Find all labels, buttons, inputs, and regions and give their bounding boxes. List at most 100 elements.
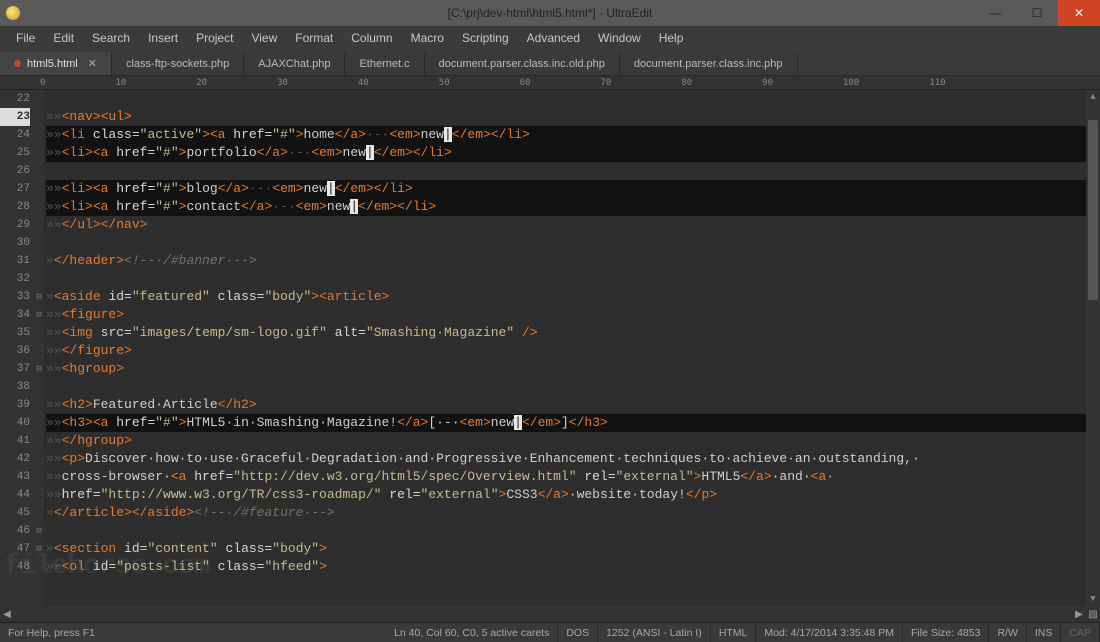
line-number[interactable]: 36 bbox=[0, 342, 30, 360]
vertical-scrollbar[interactable]: ▲ ▼ bbox=[1086, 90, 1100, 606]
fold-marker-icon[interactable] bbox=[34, 486, 44, 504]
line-number[interactable]: 31 bbox=[0, 252, 30, 270]
code-line[interactable]: »»</hgroup> bbox=[46, 432, 1100, 450]
minimize-button[interactable]: — bbox=[974, 0, 1016, 26]
horizontal-scrollbar[interactable]: ◀ ▶ ▨ bbox=[0, 606, 1100, 622]
code-line[interactable] bbox=[46, 378, 1100, 396]
fold-marker-icon[interactable] bbox=[34, 270, 44, 288]
line-number[interactable]: 26 bbox=[0, 162, 30, 180]
menu-advanced[interactable]: Advanced bbox=[519, 28, 588, 48]
fold-marker-icon[interactable] bbox=[34, 162, 44, 180]
code-line[interactable]: »»<figure> bbox=[46, 306, 1100, 324]
tab-ethernet-c[interactable]: Ethernet.c bbox=[345, 53, 424, 75]
tab-document-parser-class-inc-php[interactable]: document.parser.class.inc.php bbox=[620, 53, 798, 75]
fold-marker-icon[interactable]: ⊟ bbox=[34, 306, 44, 324]
fold-marker-icon[interactable] bbox=[34, 324, 44, 342]
fold-marker-icon[interactable] bbox=[34, 234, 44, 252]
tab-document-parser-class-inc-old-php[interactable]: document.parser.class.inc.old.php bbox=[425, 53, 620, 75]
tab-close-icon[interactable]: ✕ bbox=[88, 57, 97, 70]
line-number[interactable]: 33 bbox=[0, 288, 30, 306]
maximize-button[interactable]: ☐ bbox=[1016, 0, 1058, 26]
line-number[interactable]: 24 bbox=[0, 126, 30, 144]
line-number[interactable]: 43 bbox=[0, 468, 30, 486]
menu-format[interactable]: Format bbox=[287, 28, 341, 48]
menu-project[interactable]: Project bbox=[188, 28, 241, 48]
fold-marker-icon[interactable] bbox=[34, 126, 44, 144]
tab-class-ftp-sockets-php[interactable]: class-ftp-sockets.php bbox=[112, 53, 244, 75]
menu-insert[interactable]: Insert bbox=[140, 28, 186, 48]
code-line[interactable]: »»<li><a href="#">portfolio</a>·-·<em>ne… bbox=[46, 144, 1100, 162]
code-line[interactable]: »</article></aside><!--·/#feature·--> bbox=[46, 504, 1100, 522]
line-number[interactable]: 44 bbox=[0, 486, 30, 504]
fold-marker-icon[interactable] bbox=[34, 342, 44, 360]
fold-marker-icon[interactable] bbox=[34, 90, 44, 108]
code-line[interactable]: »»<ol id="posts-list" class="hfeed"> bbox=[46, 558, 1100, 576]
menu-column[interactable]: Column bbox=[343, 28, 400, 48]
line-number[interactable]: 22 bbox=[0, 90, 30, 108]
fold-marker-icon[interactable] bbox=[34, 180, 44, 198]
code-line[interactable] bbox=[46, 234, 1100, 252]
code-line[interactable]: »»<li class="active"><a href="#">home</a… bbox=[46, 126, 1100, 144]
scroll-thumb[interactable] bbox=[1088, 120, 1098, 300]
fold-marker-icon[interactable]: ⊟ bbox=[34, 522, 44, 540]
code-line[interactable]: »<aside id="featured" class="body"><arti… bbox=[46, 288, 1100, 306]
menu-help[interactable]: Help bbox=[651, 28, 692, 48]
code-line[interactable]: »»<hgroup> bbox=[46, 360, 1100, 378]
fold-marker-icon[interactable] bbox=[34, 144, 44, 162]
line-number-gutter[interactable]: 2223242526272829303132333435363738394041… bbox=[0, 90, 34, 606]
fold-marker-icon[interactable]: ⊟ bbox=[34, 288, 44, 306]
code-line[interactable]: »<section id="content" class="body"> bbox=[46, 540, 1100, 558]
line-number[interactable]: 48 bbox=[0, 558, 30, 576]
menu-macro[interactable]: Macro bbox=[403, 28, 452, 48]
code-line[interactable]: »»<li><a href="#">blog</a>·-·<em>new|</e… bbox=[46, 180, 1100, 198]
tab-ajaxchat-php[interactable]: AJAXChat.php bbox=[244, 53, 345, 75]
code-line[interactable]: »»cross-browser·<a href="http://dev.w3.o… bbox=[46, 468, 1100, 486]
code-line[interactable]: »»<h2>Featured·Article</h2> bbox=[46, 396, 1100, 414]
fold-marker-icon[interactable] bbox=[34, 450, 44, 468]
line-number[interactable]: 41 bbox=[0, 432, 30, 450]
menu-edit[interactable]: Edit bbox=[45, 28, 82, 48]
fold-marker-icon[interactable]: ⊟ bbox=[34, 360, 44, 378]
close-button[interactable]: ✕ bbox=[1058, 0, 1100, 26]
menu-window[interactable]: Window bbox=[590, 28, 649, 48]
scroll-down-icon[interactable]: ▼ bbox=[1086, 592, 1100, 606]
line-number[interactable]: 34 bbox=[0, 306, 30, 324]
status-insert[interactable]: INS bbox=[1027, 623, 1062, 642]
status-encoding[interactable]: 1252 (ANSI - Latin I) bbox=[598, 623, 711, 642]
line-number[interactable]: 35 bbox=[0, 324, 30, 342]
menu-view[interactable]: View bbox=[243, 28, 285, 48]
fold-marker-icon[interactable]: ⊟ bbox=[34, 540, 44, 558]
scroll-right-icon[interactable]: ▶ bbox=[1072, 609, 1086, 620]
menu-scripting[interactable]: Scripting bbox=[454, 28, 517, 48]
line-number[interactable]: 32 bbox=[0, 270, 30, 288]
line-number[interactable]: 45 bbox=[0, 504, 30, 522]
tab-html5-html[interactable]: html5.html✕ bbox=[0, 52, 112, 75]
code-line[interactable]: »»<nav><ul> bbox=[46, 108, 1100, 126]
fold-marker-icon[interactable] bbox=[34, 378, 44, 396]
fold-marker-icon[interactable] bbox=[34, 198, 44, 216]
line-number[interactable]: 28 bbox=[0, 198, 30, 216]
fold-marker-icon[interactable] bbox=[34, 504, 44, 522]
fold-marker-icon[interactable] bbox=[34, 252, 44, 270]
line-number[interactable]: 38 bbox=[0, 378, 30, 396]
fold-marker-icon[interactable] bbox=[34, 432, 44, 450]
code-line[interactable]: »»<li><a href="#">contact</a>·-·<em>new|… bbox=[46, 198, 1100, 216]
code-line[interactable] bbox=[46, 270, 1100, 288]
line-number[interactable]: 37 bbox=[0, 360, 30, 378]
code-line[interactable]: »»</ul></nav> bbox=[46, 216, 1100, 234]
line-number[interactable]: 29 bbox=[0, 216, 30, 234]
fold-marker-icon[interactable] bbox=[34, 468, 44, 486]
code-line[interactable] bbox=[46, 162, 1100, 180]
line-number[interactable]: 40 bbox=[0, 414, 30, 432]
split-handle-icon[interactable]: ▨ bbox=[1086, 609, 1100, 620]
line-number[interactable]: 25 bbox=[0, 144, 30, 162]
code-line[interactable]: »»<img src="images/temp/sm-logo.gif" alt… bbox=[46, 324, 1100, 342]
fold-gutter[interactable]: ⊟⊟⊟⊟⊟ bbox=[34, 90, 44, 606]
code-view[interactable]: »»<nav><ul>»»<li class="active"><a href=… bbox=[44, 90, 1100, 606]
line-number[interactable]: 23 bbox=[0, 108, 30, 126]
line-number[interactable]: 47 bbox=[0, 540, 30, 558]
fold-marker-icon[interactable] bbox=[34, 414, 44, 432]
status-readwrite[interactable]: R/W bbox=[989, 623, 1026, 642]
status-eol[interactable]: DOS bbox=[558, 623, 598, 642]
code-line[interactable]: »»</figure> bbox=[46, 342, 1100, 360]
